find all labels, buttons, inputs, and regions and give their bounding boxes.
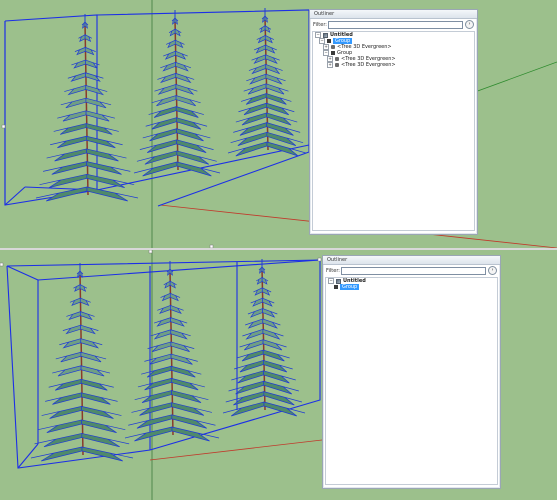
model-icon [323,32,328,38]
details-arrow-icon[interactable]: › [465,20,474,29]
top-screenshot: Outliner Filter: › − Untitled − Group + … [0,0,557,248]
outliner-title: Outliner [310,10,477,19]
tree-row-group-1[interactable]: Group [326,284,497,290]
outliner-panel: Outliner Filter: › − Untitled − Group + … [309,9,478,235]
group-icon [334,285,338,289]
outliner-tree: − Untitled Group [325,277,498,485]
expand-icon[interactable]: + [327,62,333,68]
filter-label: Filter: [313,21,327,28]
group-icon [327,39,331,43]
filter-row: Filter: › [310,19,477,30]
tree-row-component-3[interactable]: + <Tree 3D Evergreen> [313,62,474,68]
group-icon [331,51,335,55]
component-icon [335,57,339,61]
collapse-icon[interactable]: − [328,278,334,284]
tree-item-label: Group [340,284,360,290]
outliner-title: Outliner [323,256,500,265]
filter-input[interactable] [328,20,463,29]
outliner-panel: Outliner Filter: › − Untitled Group [322,255,501,489]
filter-row: Filter: › [323,265,500,276]
outliner-tree: − Untitled − Group + <Tree 3D Evergreen>… [312,31,475,231]
component-icon [335,63,339,67]
tree-item-label: <Tree 3D Evergreen> [341,62,396,68]
component-icon [331,45,335,49]
filter-label: Filter: [326,267,340,274]
filter-input[interactable] [341,266,486,275]
bottom-screenshot: Outliner Filter: › − Untitled Group [0,250,557,500]
model-icon [336,278,341,284]
details-arrow-icon[interactable]: › [488,266,497,275]
